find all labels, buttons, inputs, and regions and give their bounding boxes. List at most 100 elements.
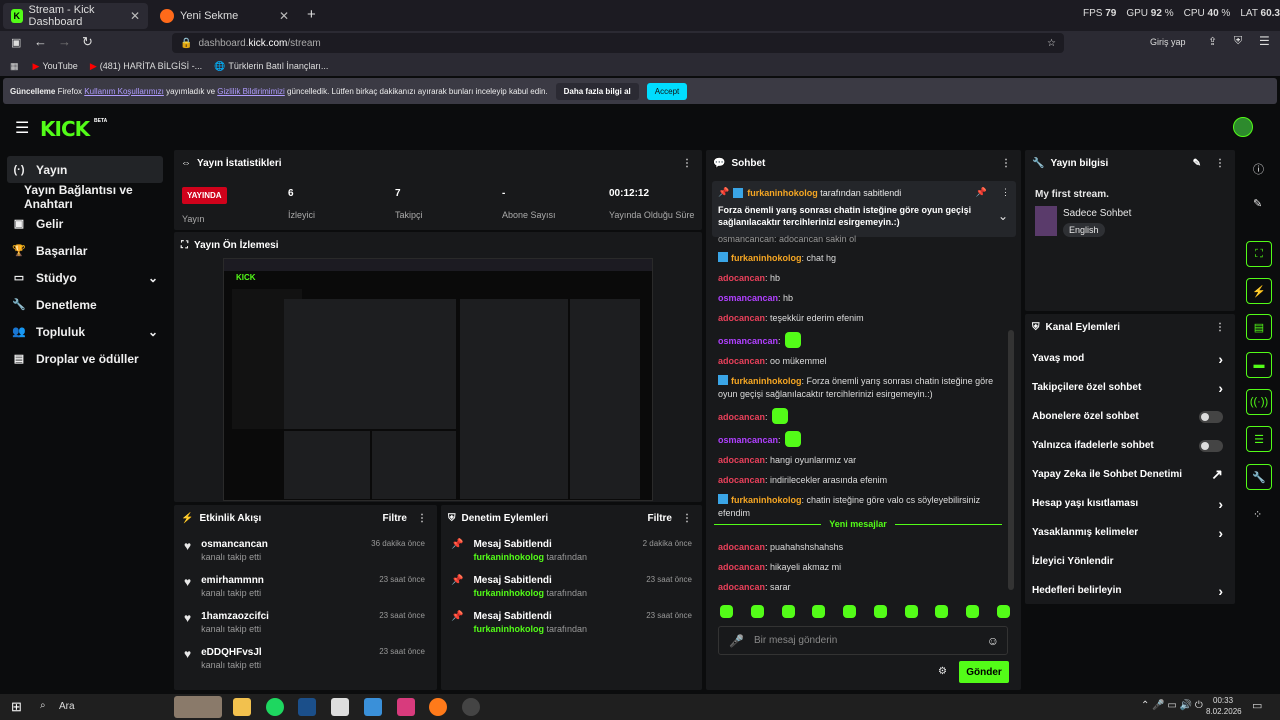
pinned-user[interactable]: furkaninhokolog <box>747 188 818 198</box>
rail-clip-button[interactable]: ⛶ <box>1246 241 1272 267</box>
moderator-name[interactable]: furkaninhokolog <box>473 552 544 562</box>
emote-icon[interactable] <box>812 605 826 618</box>
avatar[interactable] <box>1233 117 1253 137</box>
accept-button[interactable]: Accept <box>646 82 688 100</box>
channel-action-item[interactable]: Yalnızca ifadelerle sohbet <box>1025 431 1235 460</box>
sidebar-item-yayin[interactable]: (·) Yayın <box>7 156 163 183</box>
kebab-menu-icon[interactable]: ⋮ <box>417 513 427 524</box>
firefox-icon[interactable] <box>429 698 447 716</box>
chat-username[interactable]: furkaninhokolog <box>731 253 802 263</box>
emote-icon[interactable] <box>720 605 733 618</box>
emote-icon[interactable] <box>935 605 949 618</box>
sidebar-item-denetleme[interactable]: 🔧 Denetleme <box>0 291 170 318</box>
close-tab-icon[interactable]: ✕ <box>130 9 140 23</box>
chevron-down-icon[interactable]: ⌄ <box>998 209 1008 223</box>
chat-username[interactable]: osmancancan <box>718 293 778 303</box>
obs-icon[interactable] <box>462 698 480 716</box>
rail-list-button[interactable]: ☰ <box>1246 426 1272 452</box>
kebab-menu-icon[interactable]: ⋮ <box>682 513 692 524</box>
channel-action-item[interactable]: Hedefleri belirleyin › <box>1025 576 1235 605</box>
sidebar-item-topluluk[interactable]: 👥 Topluluk ⌄ <box>0 318 170 345</box>
sidebar-item-stream-key[interactable]: Yayın Bağlantısı ve Anahtarı <box>0 183 170 211</box>
chat-input[interactable]: 🎤 Bir mesaj gönderin ☺ <box>718 626 1008 655</box>
emote-icon[interactable] <box>750 605 764 618</box>
chat-username[interactable]: adocancan <box>718 273 765 283</box>
activity-user[interactable]: osmancancan <box>201 539 268 550</box>
channel-action-item[interactable]: Yasaklanmış kelimeler › <box>1025 518 1235 547</box>
extensions-icon[interactable]: ⇪ <box>1208 35 1217 48</box>
chat-settings-icon[interactable]: ⚙ <box>938 666 947 677</box>
bookmark-turkler[interactable]: Türklerin Batıl İnançları... <box>228 61 328 71</box>
tray-icons[interactable]: ⌃ 🎤 ▭ 🔊 ⏻ <box>1141 700 1203 711</box>
unpin-icon[interactable]: 📌 <box>976 187 987 198</box>
info-icon[interactable]: ⓘ <box>1253 161 1264 177</box>
kebab-menu-icon[interactable]: ⋮ <box>1215 158 1225 169</box>
activity-user[interactable]: emirhammnn <box>201 575 264 586</box>
moderator-name[interactable]: furkaninhokolog <box>473 624 544 634</box>
emote-icon[interactable] <box>966 605 980 618</box>
sidebar-toggle-icon[interactable]: ▣ <box>11 36 21 49</box>
menu-icon[interactable]: ☰ <box>1259 34 1270 48</box>
bookmark-star-icon[interactable]: ☆ <box>1047 38 1056 49</box>
nodes-icon[interactable]: ⁘ <box>1253 508 1262 521</box>
filter-button[interactable]: Filtre <box>648 513 672 524</box>
search-icon[interactable]: ⌕ <box>40 700 46 711</box>
chat-username[interactable]: furkaninhokolog <box>731 495 802 505</box>
channel-action-item[interactable]: Yavaş mod › <box>1025 344 1235 373</box>
notepad-icon[interactable] <box>331 698 349 716</box>
chat-username[interactable]: osmancancan <box>718 336 778 346</box>
emote-icon[interactable] <box>996 605 1010 618</box>
shield-icon[interactable]: ⛨ <box>1234 35 1242 48</box>
toggle-switch[interactable] <box>1199 410 1223 423</box>
chat-username[interactable]: furkaninhokolog <box>731 376 802 386</box>
url-bar[interactable]: 🔒 dashboard. kick.com/stream ☆ <box>172 33 1064 53</box>
login-button[interactable]: Giriş yap <box>1150 37 1186 47</box>
sidebar-item-gelir[interactable]: ▣ Gelir <box>0 210 170 237</box>
filter-button[interactable]: Filtre <box>383 513 407 524</box>
new-tab-icon[interactable]: + <box>307 6 316 23</box>
reload-icon[interactable]: ↻ <box>82 34 93 50</box>
sidebar-item-droplar[interactable]: ▤ Droplar ve ödüller <box>0 345 170 372</box>
emote-icon[interactable] <box>873 605 887 618</box>
windows-start-icon[interactable]: ⊞ <box>11 699 22 715</box>
channel-action-item[interactable]: Yapay Zeka ile Sohbet Denetimi ↗ <box>1025 460 1235 489</box>
chat-username[interactable]: osmancancan <box>718 435 778 445</box>
channel-action-item[interactable]: İzleyici Yönlendir <box>1025 547 1235 576</box>
toggle-switch[interactable] <box>1199 439 1223 452</box>
bookmark-youtube[interactable]: YouTube <box>42 61 77 71</box>
activity-user[interactable]: 1hamzaozcifci <box>201 611 269 622</box>
notification-icon[interactable]: ▭ <box>1252 699 1262 712</box>
forward-icon[interactable]: → <box>58 34 71 49</box>
app-icon[interactable] <box>397 698 415 716</box>
mic-icon[interactable]: 🎤 <box>729 634 744 648</box>
chat-username[interactable]: adocancan <box>718 356 765 366</box>
channel-action-item[interactable]: Takipçilere özel sohbet › <box>1025 373 1235 402</box>
sidebar-item-basarilar[interactable]: 🏆 Başarılar <box>0 237 170 264</box>
chat-username[interactable]: adocancan <box>718 582 765 592</box>
tab-new-tab[interactable]: Yeni Sekme ✕ <box>152 3 297 29</box>
bookmark-harita[interactable]: (481) HARİTA BİLGİSİ -... <box>100 61 202 71</box>
emote-icon[interactable] <box>843 605 857 618</box>
edit-icon[interactable]: ✎ <box>1253 197 1262 210</box>
emote-icon[interactable] <box>904 605 918 618</box>
kebab-menu-icon[interactable]: ⋮ <box>1001 187 1010 198</box>
kebab-menu-icon[interactable]: ⋮ <box>682 158 692 169</box>
chat-username[interactable]: adocancan <box>718 455 765 465</box>
rail-chat-button[interactable]: ▬ <box>1246 352 1272 378</box>
hamburger-icon[interactable]: ☰ <box>15 118 29 138</box>
rail-notes-button[interactable]: ▤ <box>1246 314 1272 340</box>
kebab-menu-icon[interactable]: ⋮ <box>1215 322 1225 333</box>
chat-username[interactable]: adocancan <box>718 542 765 552</box>
channel-action-item[interactable]: Abonelere özel sohbet <box>1025 402 1235 431</box>
edit-icon[interactable]: ✎ <box>1193 158 1201 169</box>
stream-preview-video[interactable]: KICK <box>223 258 653 501</box>
taskbar-search[interactable]: Ara <box>59 701 75 712</box>
emoji-icon[interactable]: ☺ <box>987 634 999 648</box>
privacy-link[interactable]: Gizlilik Bildirimimizi <box>217 87 285 96</box>
chat-username[interactable]: adocancan <box>718 412 765 422</box>
chat-username[interactable]: adocancan <box>718 562 765 572</box>
chat-username[interactable]: adocancan <box>718 313 765 323</box>
file-explorer-icon[interactable] <box>233 698 251 716</box>
chat-username[interactable]: adocancan <box>718 475 765 485</box>
app-icon[interactable] <box>364 698 382 716</box>
